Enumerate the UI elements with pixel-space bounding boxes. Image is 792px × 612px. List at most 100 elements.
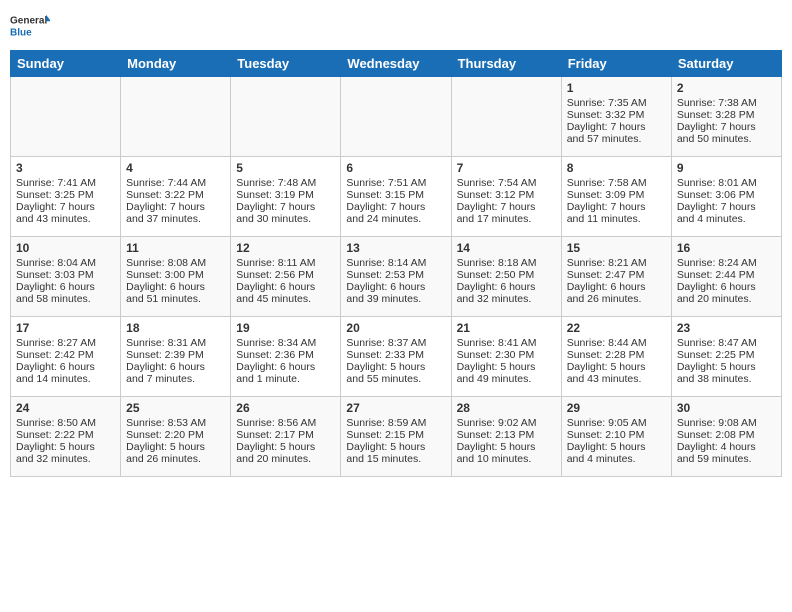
- calendar-header: SundayMondayTuesdayWednesdayThursdayFrid…: [11, 51, 782, 77]
- calendar-cell: 24Sunrise: 8:50 AMSunset: 2:22 PMDayligh…: [11, 397, 121, 477]
- cell-info: Sunrise: 7:44 AM: [126, 177, 225, 189]
- day-number: 20: [346, 321, 445, 335]
- calendar-week-row: 3Sunrise: 7:41 AMSunset: 3:25 PMDaylight…: [11, 157, 782, 237]
- cell-info: Sunset: 2:39 PM: [126, 349, 225, 361]
- calendar-cell: 4 Sunrise: 7:44 AMSunset: 3:22 PMDaylight…: [121, 157, 231, 237]
- cell-info: Sunset: 2:17 PM: [236, 429, 335, 441]
- cell-info: Sunset: 3:12 PM: [457, 189, 556, 201]
- cell-info: Sunset: 2:33 PM: [346, 349, 445, 361]
- cell-info: Sunrise: 8:34 AM: [236, 337, 335, 349]
- day-number: 26: [236, 401, 335, 415]
- cell-info: Sunset: 2:13 PM: [457, 429, 556, 441]
- cell-info: Sunrise: 7:35 AM: [567, 97, 666, 109]
- day-number: 10: [16, 241, 115, 255]
- cell-info: Daylight: 7 hours and 57 minutes.: [567, 121, 666, 145]
- calendar-table: SundayMondayTuesdayWednesdayThursdayFrid…: [10, 50, 782, 477]
- day-number: 11: [126, 241, 225, 255]
- cell-info: Sunrise: 8:56 AM: [236, 417, 335, 429]
- weekday-header: Saturday: [671, 51, 781, 77]
- cell-info: Daylight: 7 hours and 37 minutes.: [126, 201, 225, 225]
- calendar-cell: 1Sunrise: 7:35 AMSunset: 3:32 PMDaylight…: [561, 77, 671, 157]
- cell-info: Sunset: 2:10 PM: [567, 429, 666, 441]
- cell-info: Daylight: 6 hours and 7 minutes.: [126, 361, 225, 385]
- cell-info: Sunrise: 8:47 AM: [677, 337, 776, 349]
- cell-info: Sunset: 2:42 PM: [16, 349, 115, 361]
- cell-info: Sunrise: 7:51 AM: [346, 177, 445, 189]
- svg-text:Blue: Blue: [10, 27, 32, 38]
- cell-info: Sunrise: 9:08 AM: [677, 417, 776, 429]
- day-number: 14: [457, 241, 556, 255]
- day-number: 2: [677, 81, 776, 95]
- cell-info: Daylight: 7 hours and 24 minutes.: [346, 201, 445, 225]
- cell-info: Sunrise: 8:24 AM: [677, 257, 776, 269]
- cell-info: Sunrise: 7:58 AM: [567, 177, 666, 189]
- calendar-cell: 29Sunrise: 9:05 AMSunset: 2:10 PMDayligh…: [561, 397, 671, 477]
- cell-info: Sunrise: 8:21 AM: [567, 257, 666, 269]
- calendar-cell: 15Sunrise: 8:21 AMSunset: 2:47 PMDayligh…: [561, 237, 671, 317]
- cell-info: Sunrise: 8:41 AM: [457, 337, 556, 349]
- cell-info: Daylight: 6 hours and 26 minutes.: [567, 281, 666, 305]
- cell-info: Sunrise: 7:38 AM: [677, 97, 776, 109]
- calendar-cell: 17Sunrise: 8:27 AMSunset: 2:42 PMDayligh…: [11, 317, 121, 397]
- calendar-cell: [341, 77, 451, 157]
- calendar-week-row: 17Sunrise: 8:27 AMSunset: 2:42 PMDayligh…: [11, 317, 782, 397]
- cell-info: Daylight: 6 hours and 39 minutes.: [346, 281, 445, 305]
- cell-info: Sunrise: 8:31 AM: [126, 337, 225, 349]
- cell-info: Sunset: 3:25 PM: [16, 189, 115, 201]
- day-number: 9: [677, 161, 776, 175]
- cell-info: Sunrise: 7:41 AM: [16, 177, 115, 189]
- cell-info: Sunset: 2:08 PM: [677, 429, 776, 441]
- calendar-cell: 11Sunrise: 8:08 AMSunset: 3:00 PMDayligh…: [121, 237, 231, 317]
- cell-info: Daylight: 5 hours and 38 minutes.: [677, 361, 776, 385]
- calendar-cell: 14Sunrise: 8:18 AMSunset: 2:50 PMDayligh…: [451, 237, 561, 317]
- calendar-cell: 21Sunrise: 8:41 AMSunset: 2:30 PMDayligh…: [451, 317, 561, 397]
- day-number: 27: [346, 401, 445, 415]
- cell-info: Sunset: 2:28 PM: [567, 349, 666, 361]
- cell-info: Sunset: 2:56 PM: [236, 269, 335, 281]
- cell-info: Sunrise: 7:48 AM: [236, 177, 335, 189]
- calendar-cell: 26Sunrise: 8:56 AMSunset: 2:17 PMDayligh…: [231, 397, 341, 477]
- weekday-header: Friday: [561, 51, 671, 77]
- day-number: 8: [567, 161, 666, 175]
- cell-info: Daylight: 5 hours and 49 minutes.: [457, 361, 556, 385]
- cell-info: Sunset: 2:47 PM: [567, 269, 666, 281]
- cell-info: Daylight: 7 hours and 43 minutes.: [16, 201, 115, 225]
- calendar-cell: 3Sunrise: 7:41 AMSunset: 3:25 PMDaylight…: [11, 157, 121, 237]
- cell-info: Sunset: 3:28 PM: [677, 109, 776, 121]
- calendar-cell: 20Sunrise: 8:37 AMSunset: 2:33 PMDayligh…: [341, 317, 451, 397]
- day-number: 24: [16, 401, 115, 415]
- day-number: 22: [567, 321, 666, 335]
- day-number: 4: [126, 161, 225, 175]
- day-number: 25: [126, 401, 225, 415]
- day-number: 12: [236, 241, 335, 255]
- calendar-cell: [11, 77, 121, 157]
- cell-info: Sunset: 3:15 PM: [346, 189, 445, 201]
- cell-info: Sunset: 3:32 PM: [567, 109, 666, 121]
- cell-info: Daylight: 5 hours and 55 minutes.: [346, 361, 445, 385]
- cell-info: Sunrise: 8:01 AM: [677, 177, 776, 189]
- cell-info: Daylight: 7 hours and 17 minutes.: [457, 201, 556, 225]
- day-number: 6: [346, 161, 445, 175]
- cell-info: Daylight: 6 hours and 20 minutes.: [677, 281, 776, 305]
- cell-info: Sunset: 3:03 PM: [16, 269, 115, 281]
- cell-info: Daylight: 6 hours and 32 minutes.: [457, 281, 556, 305]
- cell-info: Sunrise: 8:27 AM: [16, 337, 115, 349]
- day-number: 21: [457, 321, 556, 335]
- weekday-header: Thursday: [451, 51, 561, 77]
- day-number: 23: [677, 321, 776, 335]
- cell-info: Sunrise: 8:11 AM: [236, 257, 335, 269]
- cell-info: Sunrise: 8:18 AM: [457, 257, 556, 269]
- cell-info: Sunrise: 8:44 AM: [567, 337, 666, 349]
- calendar-week-row: 1Sunrise: 7:35 AMSunset: 3:32 PMDaylight…: [11, 77, 782, 157]
- cell-info: Sunset: 3:06 PM: [677, 189, 776, 201]
- day-number: 5: [236, 161, 335, 175]
- calendar-cell: 23Sunrise: 8:47 AMSunset: 2:25 PMDayligh…: [671, 317, 781, 397]
- calendar-cell: [451, 77, 561, 157]
- calendar-cell: 25Sunrise: 8:53 AMSunset: 2:20 PMDayligh…: [121, 397, 231, 477]
- cell-info: Sunset: 3:22 PM: [126, 189, 225, 201]
- cell-info: Sunrise: 8:53 AM: [126, 417, 225, 429]
- svg-text:General: General: [10, 15, 47, 26]
- weekday-header: Tuesday: [231, 51, 341, 77]
- cell-info: Daylight: 5 hours and 4 minutes.: [567, 441, 666, 465]
- calendar-cell: 16Sunrise: 8:24 AMSunset: 2:44 PMDayligh…: [671, 237, 781, 317]
